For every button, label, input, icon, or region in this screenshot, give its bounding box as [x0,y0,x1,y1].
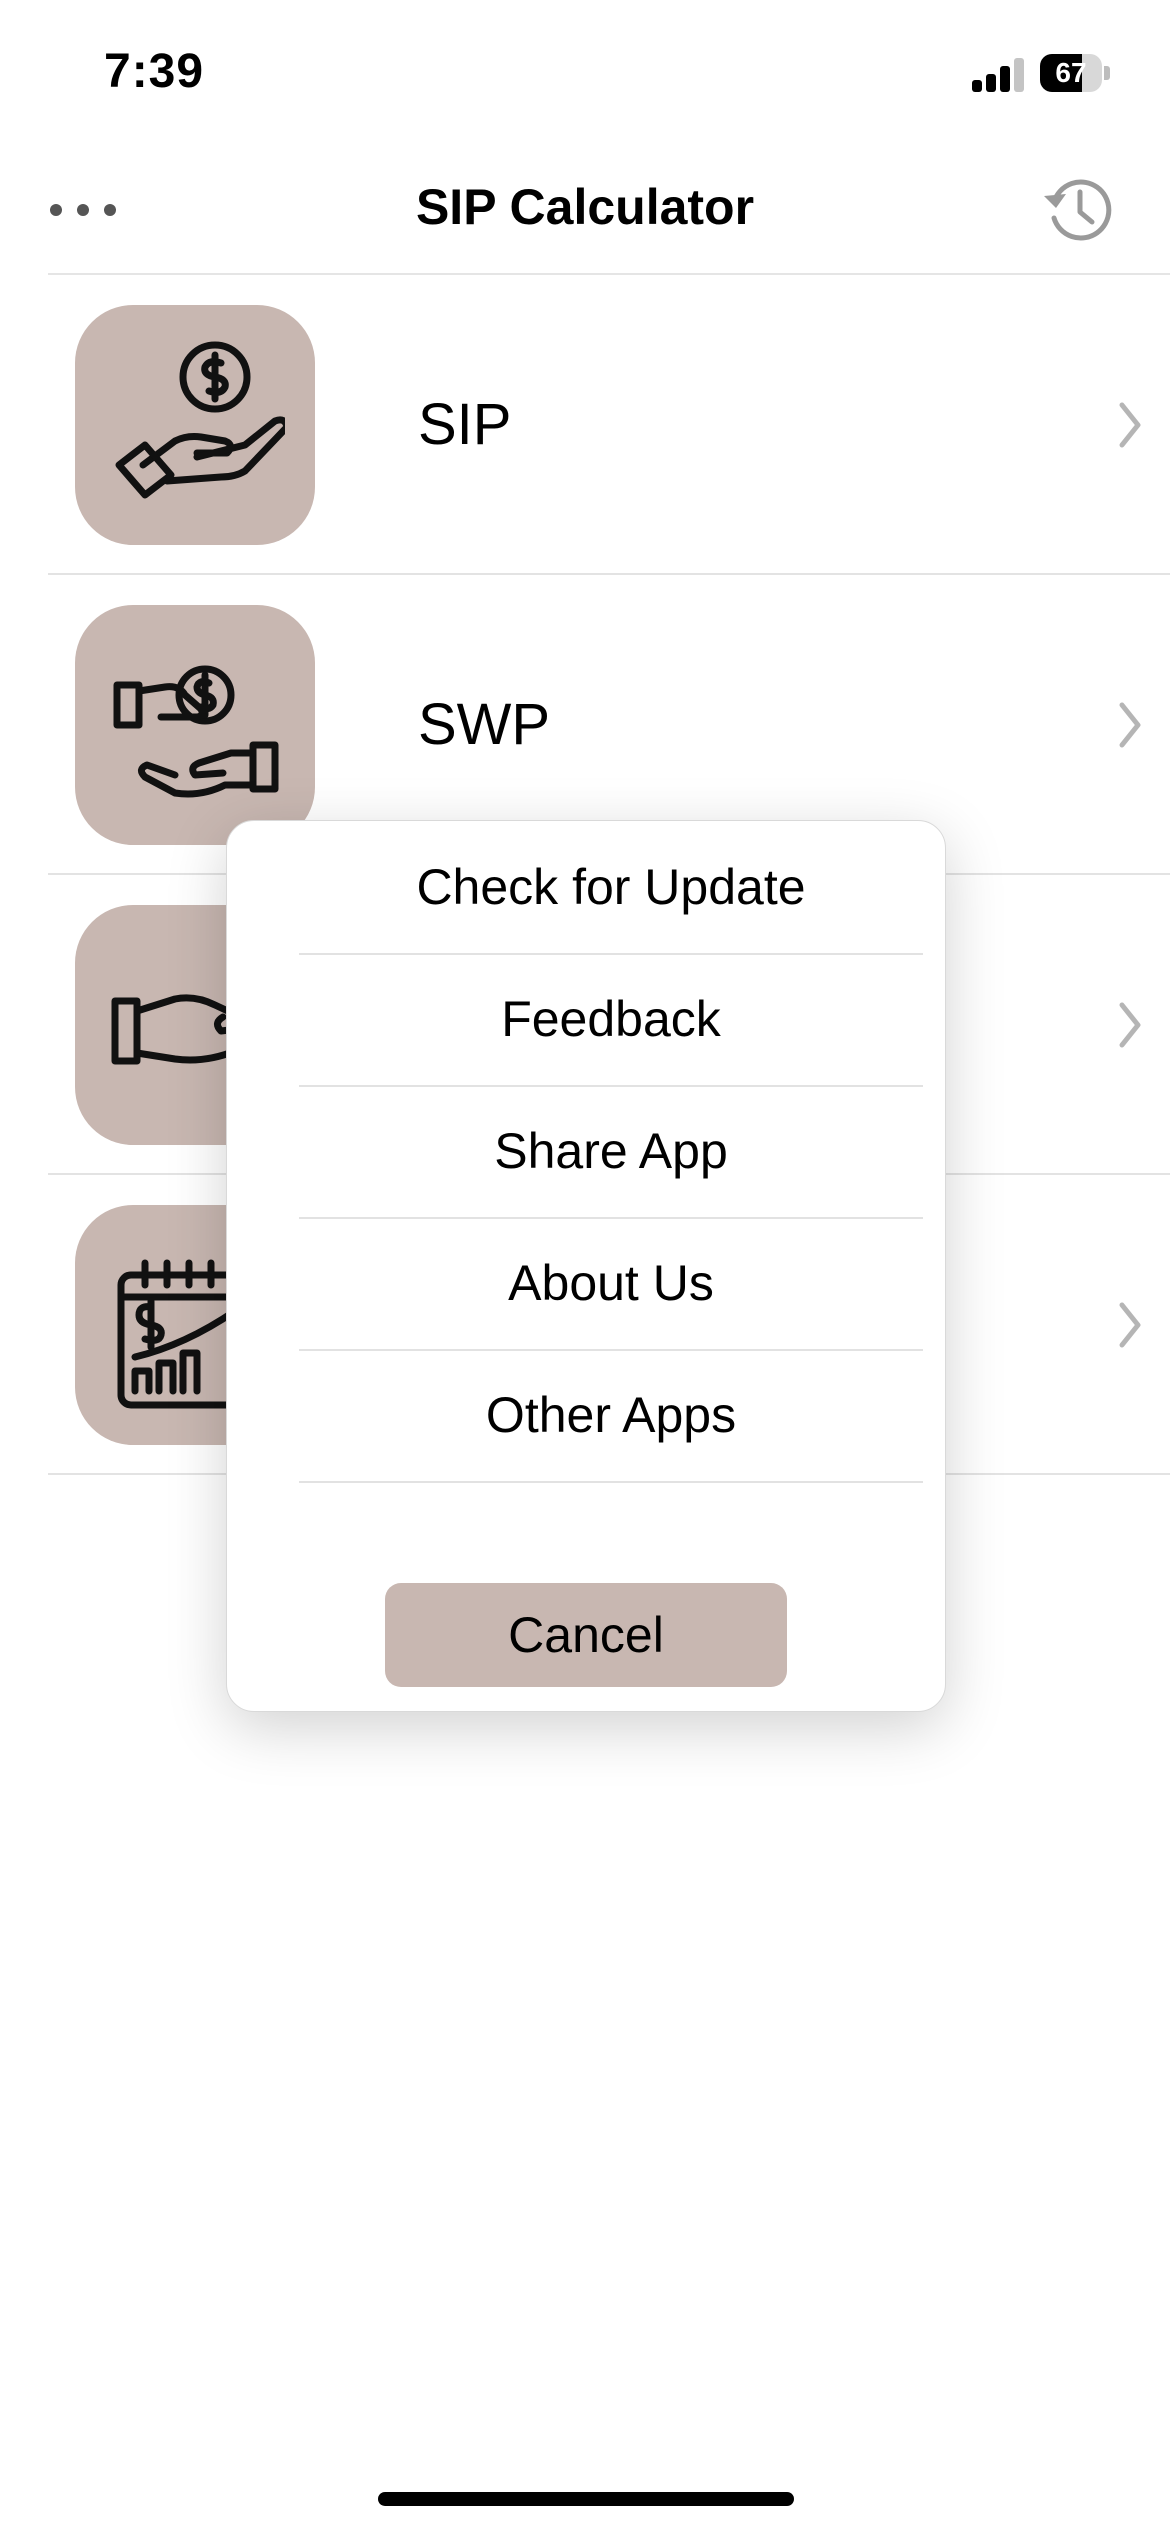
chevron-right-icon [1119,402,1141,448]
battery-icon: 67 [1040,54,1110,94]
chevron-right-icon [1119,1302,1141,1348]
about-us-option[interactable]: About Us [299,1217,923,1351]
hand-coin-icon [115,341,285,499]
status-bar: 7:39 67 [0,0,1170,140]
status-time: 7:39 [104,45,205,98]
home-indicator[interactable] [378,2492,794,2506]
feedback-option[interactable]: Feedback [299,953,923,1087]
signal-icon [972,56,1026,92]
check-for-update-option[interactable]: Check for Update [299,821,923,955]
list-item-sip[interactable]: SIP [48,275,1170,575]
chevron-right-icon [1119,702,1141,748]
cancel-button[interactable]: Cancel [385,1583,787,1687]
chevron-right-icon [1119,1002,1141,1048]
page-title: SIP Calculator [415,179,755,235]
ellipsis-icon [50,204,62,216]
action-sheet: Check for Update Feedback Share App Abou… [226,820,946,1712]
row-icon-tile [75,305,315,545]
more-button[interactable] [50,200,116,220]
navigation-bar: SIP Calculator [0,140,1170,275]
hand-giving-coin-icon [113,665,279,798]
row-icon-tile [75,605,315,845]
history-button[interactable] [1040,172,1116,248]
share-app-option[interactable]: Share App [299,1085,923,1219]
other-apps-option[interactable]: Other Apps [299,1349,923,1483]
list-item-label: SIP [418,392,512,457]
battery-level: 67 [1055,57,1087,88]
history-icon [1044,179,1112,241]
